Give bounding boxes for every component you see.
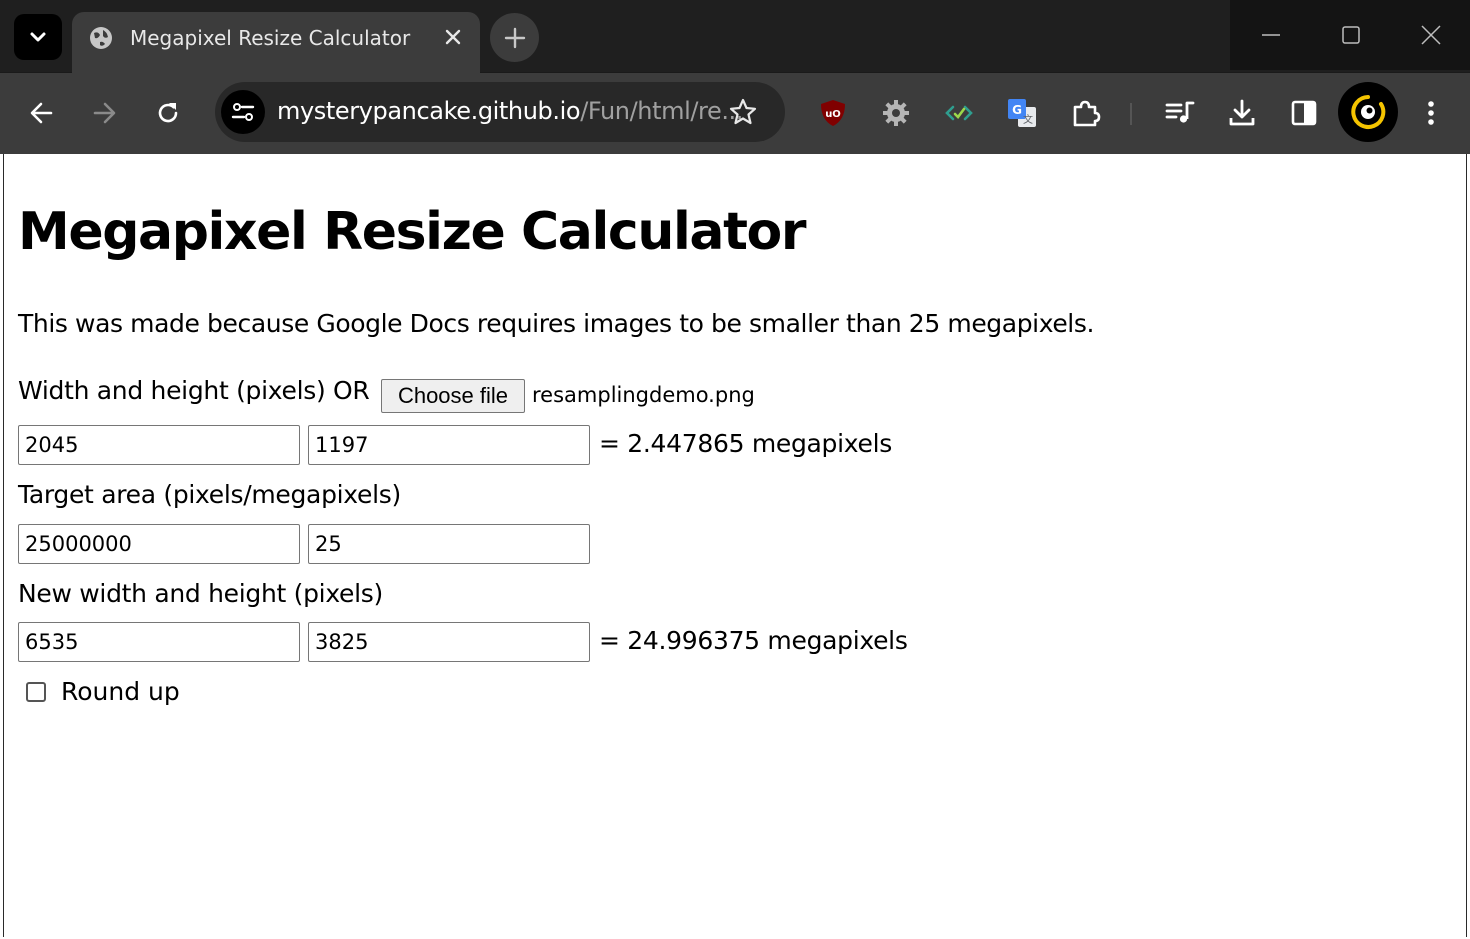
url-path: /Fun/html/re... [580, 97, 744, 125]
url-text: mysterypancake.github.io/Fun/html/re... [277, 97, 743, 125]
minimize-icon [1261, 34, 1280, 36]
url-host: mysterypancake.github.io [277, 97, 581, 125]
svg-text:G: G [1012, 103, 1022, 117]
page-content: Megapixel Resize Calculator This was mad… [3, 154, 1467, 937]
extension-code-icon [945, 105, 973, 121]
tab-title: Megapixel Resize Calculator [130, 26, 411, 50]
browser-menu-button[interactable] [1411, 93, 1451, 133]
window-minimize-button[interactable] [1230, 0, 1310, 70]
input-megapixels-result: = 2.447865 megapixels [599, 429, 892, 458]
maximize-icon [1341, 26, 1360, 44]
translate-extension-button[interactable]: G 文 [1002, 93, 1042, 133]
browser-titlebar: Megapixel Resize Calculator [0, 0, 1470, 73]
selected-file-name: resamplingdemo.png [532, 383, 755, 407]
side-panel-button[interactable] [1284, 93, 1324, 133]
new-size-label: New width and height (pixels) [18, 579, 383, 608]
new-width-input[interactable]: 6535 [18, 622, 300, 662]
ublock-extension-button[interactable]: uO [813, 93, 853, 133]
target-megapixels-input[interactable]: 25 [308, 524, 590, 564]
svg-text:uO: uO [825, 109, 841, 120]
window-close-button[interactable] [1390, 0, 1470, 70]
media-queue-icon [1165, 101, 1195, 123]
tab-search-icon [30, 32, 46, 42]
browser-toolbar: mysterypancake.github.io/Fun/html/re... … [0, 73, 1470, 154]
gear-icon [883, 100, 909, 126]
forward-button[interactable] [84, 93, 124, 133]
media-control-button[interactable] [1160, 93, 1200, 133]
globe-icon [88, 25, 114, 51]
plus-icon [504, 27, 525, 48]
ublock-icon: uO [821, 100, 845, 126]
close-icon [1420, 25, 1441, 45]
extensions-button[interactable] [1066, 93, 1106, 133]
side-panel-icon [1291, 100, 1317, 126]
address-bar[interactable]: mysterypancake.github.io/Fun/html/re... [215, 82, 785, 142]
svg-text:文: 文 [1023, 113, 1033, 126]
profile-icon [1351, 95, 1386, 129]
input-size-label: Width and height (pixels) OR [18, 376, 370, 405]
star-icon [729, 98, 757, 125]
puzzle-icon [1073, 100, 1101, 127]
toolbar-separator [1130, 103, 1132, 125]
new-megapixels-result: = 24.996375 megapixels [599, 626, 908, 655]
download-icon [1229, 99, 1255, 126]
back-arrow-icon [30, 102, 53, 124]
settings-extension-button[interactable] [876, 93, 916, 133]
height-input[interactable]: 1197 [308, 425, 590, 465]
back-button[interactable] [22, 93, 62, 133]
page-title: Megapixel Resize Calculator [18, 202, 806, 262]
target-pixels-input[interactable]: 25000000 [18, 524, 300, 564]
downloads-button[interactable] [1222, 93, 1262, 133]
reload-icon [158, 103, 178, 123]
width-input[interactable]: 2045 [18, 425, 300, 465]
new-tab-button[interactable] [490, 13, 539, 62]
tab-close-button[interactable] [440, 24, 466, 50]
forward-arrow-icon [93, 102, 116, 124]
round-up-label[interactable]: Round up [61, 677, 180, 706]
close-icon [445, 29, 461, 45]
target-area-label: Target area (pixels/megapixels) [18, 480, 401, 509]
code-extension-button[interactable] [939, 93, 979, 133]
round-up-checkbox[interactable] [26, 682, 46, 702]
browser-tab-active[interactable]: Megapixel Resize Calculator [72, 12, 480, 73]
profile-button[interactable] [1338, 82, 1398, 142]
choose-file-button[interactable]: Choose file [381, 379, 525, 413]
site-info-button[interactable] [221, 90, 265, 134]
page-description: This was made because Google Docs requir… [18, 309, 1095, 338]
new-height-input[interactable]: 3825 [308, 622, 590, 662]
bookmark-button[interactable] [727, 96, 759, 128]
reload-button[interactable] [148, 93, 188, 133]
translate-icon: G 文 [1008, 99, 1036, 127]
more-vert-icon [1428, 101, 1434, 125]
window-maximize-button[interactable] [1310, 0, 1390, 70]
tab-search-button[interactable] [14, 14, 62, 60]
site-info-icon [231, 103, 255, 121]
